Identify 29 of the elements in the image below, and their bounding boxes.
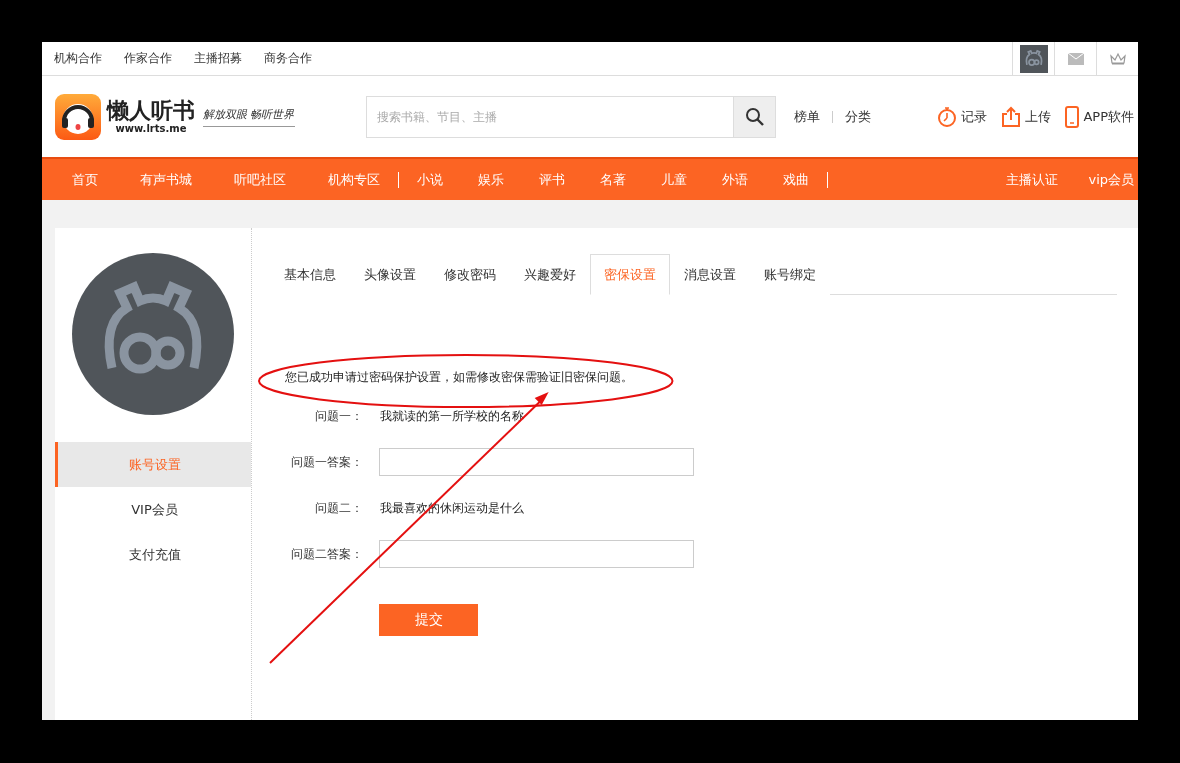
crown-icon: [1109, 51, 1126, 66]
notice-text: 您已成功申请过密码保护设置，如需修改密保需验证旧密保问题。: [285, 369, 634, 386]
question-label: 问题一：: [314, 407, 363, 425]
stopwatch-icon: [937, 105, 958, 128]
mail-icon: [1067, 52, 1084, 65]
search-icon: [744, 106, 765, 127]
top-link[interactable]: 作家合作: [124, 50, 172, 67]
answer-field[interactable]: [379, 448, 694, 476]
logo-name: 懒人听书: [107, 98, 195, 124]
logo-icon: [55, 93, 101, 140]
logo-url: www.lrts.me: [115, 123, 187, 135]
top-link[interactable]: 机构合作: [54, 50, 102, 67]
answer-label: 问题二答案：: [290, 545, 363, 563]
question-label: 问题二：: [314, 499, 363, 517]
header-action-link[interactable]: 上传: [1001, 105, 1052, 128]
header-action-link[interactable]: 记录: [937, 105, 988, 128]
mascot-avatar-icon: [1019, 44, 1048, 73]
search-button[interactable]: [733, 95, 776, 138]
phone-icon: [1065, 105, 1080, 128]
logo-slogan: 解放双眼 畅听世界: [203, 106, 295, 127]
header-link[interactable]: 分类: [845, 107, 871, 126]
header-link[interactable]: 榜单: [794, 107, 820, 126]
header-action-link[interactable]: APP软件: [1065, 105, 1134, 128]
search-field[interactable]: 搜索书籍、节目、主播: [366, 95, 733, 138]
top-link[interactable]: 主播招募: [194, 50, 242, 67]
share-icon: [1001, 105, 1022, 128]
top-link[interactable]: 商务合作: [264, 50, 312, 67]
answer-label: 问题一答案：: [290, 453, 363, 471]
answer-field[interactable]: [379, 540, 694, 568]
